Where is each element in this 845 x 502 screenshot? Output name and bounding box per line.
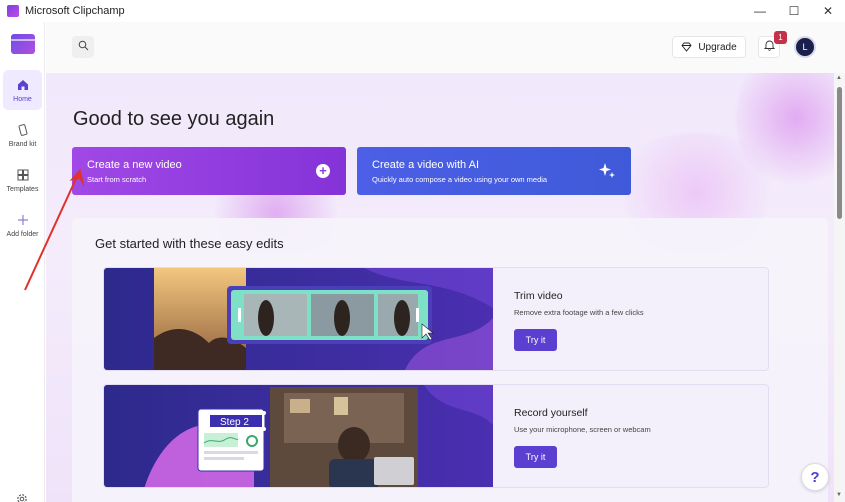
clipchamp-logo-icon (11, 34, 35, 54)
sidebar-item-home[interactable]: Home (3, 70, 42, 110)
diamond-icon (681, 42, 692, 52)
section-title: Get started with these easy edits (95, 236, 284, 251)
title-bar: Microsoft Clipchamp — ☐ ✕ (0, 0, 845, 22)
cta-title: Create a new video (87, 159, 182, 171)
avatar[interactable]: L (794, 36, 816, 58)
card-description: Use your microphone, screen or webcam (514, 425, 651, 434)
sidebar-item-brand-kit[interactable]: Brand kit (3, 115, 42, 155)
scroll-thumb[interactable] (837, 87, 842, 219)
try-trim-video-button[interactable]: Try it (514, 329, 557, 351)
sidebar-item-add-folder[interactable]: Add folder (3, 205, 42, 245)
add-folder-icon (15, 212, 31, 228)
scroll-down-icon[interactable]: ▼ (836, 492, 842, 498)
create-new-video-button[interactable]: Create a new video Start from scratch + (72, 147, 346, 195)
card-description: Remove extra footage with a few clicks (514, 308, 644, 317)
card-title: Trim video (514, 290, 563, 302)
trim-video-thumbnail (104, 268, 493, 370)
bell-icon (763, 38, 775, 56)
minimize-button[interactable]: — (743, 0, 777, 22)
easy-edits-panel: Get started with these easy edits Trim v… (72, 218, 828, 502)
scroll-up-icon[interactable]: ▲ (836, 75, 842, 81)
try-record-yourself-button[interactable]: Try it (514, 446, 557, 468)
create-video-with-ai-button[interactable]: Create a video with AI Quickly auto comp… (357, 147, 631, 195)
page-title: Good to see you again (73, 108, 275, 130)
cta-subtitle: Start from scratch (87, 175, 147, 184)
search-icon (78, 38, 89, 56)
window-controls: — ☐ ✕ (743, 0, 845, 22)
sidebar-item-label: Home (13, 96, 32, 103)
card-title: Record yourself (514, 407, 588, 419)
help-button[interactable]: ? (801, 463, 829, 491)
record-yourself-thumbnail: Step 2 (104, 385, 493, 487)
sidebar-item-label: Add folder (6, 231, 39, 238)
notification-badge: 1 (774, 31, 787, 44)
plus-icon: + (316, 164, 330, 178)
sidebar-item-templates[interactable]: Templates (3, 160, 42, 200)
top-bar: Upgrade 1 L (46, 22, 845, 73)
home-icon (15, 77, 31, 93)
brand-kit-icon (15, 122, 31, 138)
sidebar: Home Brand kit Templates Add folder (0, 22, 45, 502)
sparkle-icon (597, 161, 617, 186)
trim-video-card: Trim video Remove extra footage with a f… (103, 267, 769, 371)
search-button[interactable] (72, 36, 94, 58)
cta-subtitle: Quickly auto compose a video using your … (372, 175, 548, 184)
clipchamp-logo-icon (7, 5, 19, 17)
gear-icon[interactable] (15, 492, 31, 502)
sidebar-item-label: Templates (6, 186, 39, 193)
templates-icon (15, 167, 31, 183)
sidebar-item-label: Brand kit (8, 141, 37, 148)
maximize-button[interactable]: ☐ (777, 0, 811, 22)
scrollbar[interactable]: ▲ ▼ (834, 73, 845, 502)
record-yourself-card: Step 2 Record yourself Use your micropho… (103, 384, 769, 488)
main-content: Good to see you again Create a new video… (46, 73, 834, 502)
cta-title: Create a video with AI (372, 159, 480, 171)
close-button[interactable]: ✕ (811, 0, 845, 22)
upgrade-label: Upgrade (698, 41, 737, 53)
window-title: Microsoft Clipchamp (25, 5, 125, 17)
upgrade-button[interactable]: Upgrade (672, 36, 746, 58)
step-label: Step 2 (220, 417, 249, 428)
